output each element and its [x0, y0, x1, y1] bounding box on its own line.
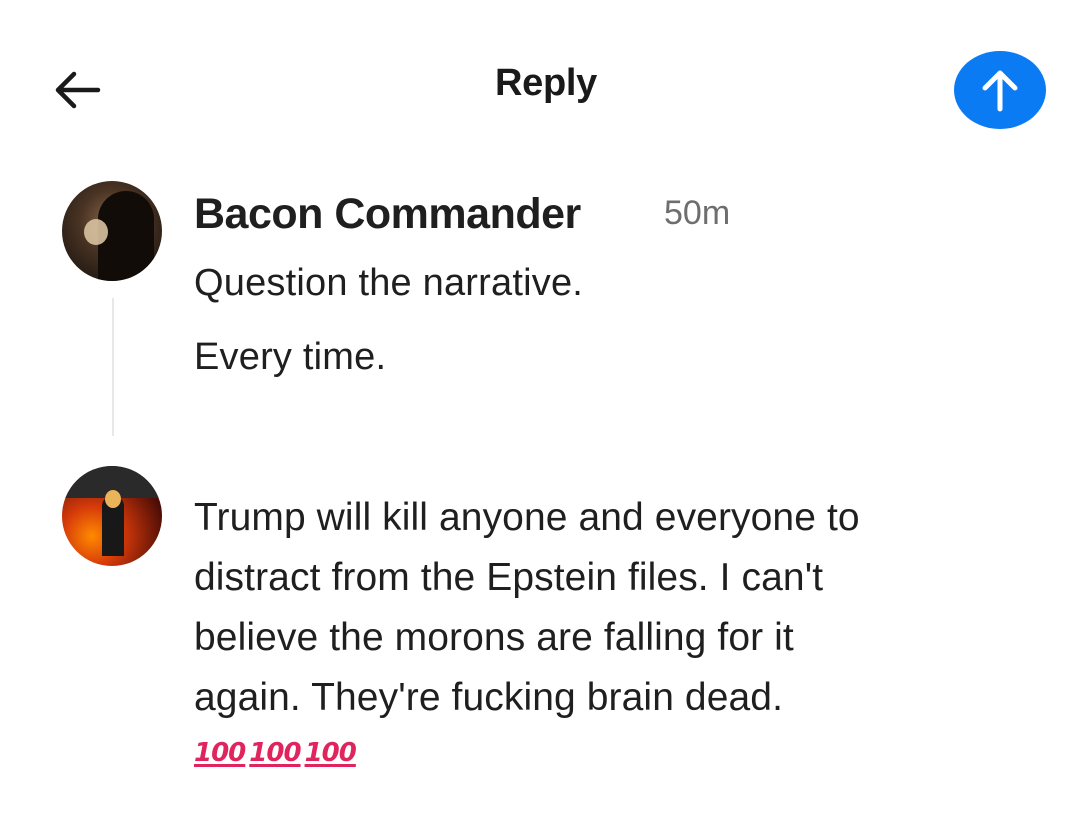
avatar — [62, 466, 162, 566]
author-name[interactable]: Bacon Commander — [194, 190, 581, 239]
hundred-points-icon: 100 — [194, 738, 246, 768]
hundred-points-icon: 100 — [304, 738, 357, 768]
reply-text-line[interactable]: distract from the Epstein files. I can't — [194, 556, 823, 600]
thread-line — [112, 298, 114, 436]
send-reply-button[interactable] — [954, 51, 1046, 129]
parent-post: Bacon Commander 50m Question the narrati… — [0, 180, 1080, 440]
reply-text-line[interactable]: again. They're fucking brain dead. — [194, 676, 783, 720]
emoji-row: 100 100 100 — [194, 738, 357, 768]
post-timestamp: 50m — [664, 194, 731, 232]
reply-text-line[interactable]: Trump will kill anyone and everyone to — [194, 496, 860, 540]
avatar[interactable] — [62, 181, 162, 281]
reply-text-line[interactable]: believe the morons are falling for it — [194, 616, 794, 660]
arrow-up-icon — [982, 70, 1018, 112]
avatar-head-shape — [105, 490, 121, 508]
hundred-points-icon: 100 — [249, 738, 301, 768]
post-text-line: Question the narrative. — [194, 262, 584, 304]
page-title: Reply — [495, 62, 597, 104]
avatar-face-shape — [84, 219, 108, 245]
reply-composer[interactable]: Trump will kill anyone and everyone to d… — [0, 462, 1080, 802]
post-text-line: Every time. — [194, 336, 387, 378]
header-bar: Reply — [0, 0, 1080, 172]
